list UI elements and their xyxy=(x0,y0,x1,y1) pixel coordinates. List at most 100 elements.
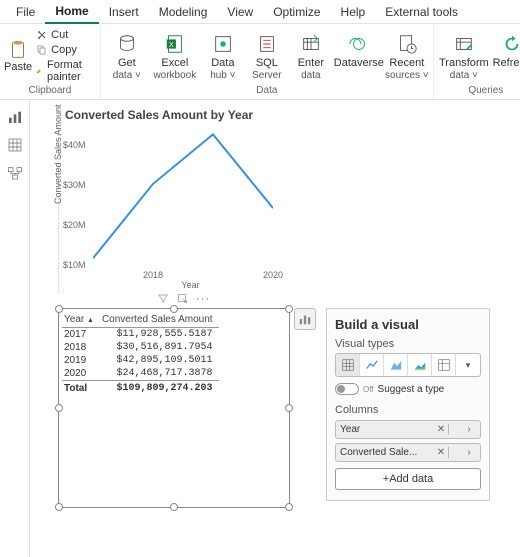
copy-icon xyxy=(36,44,48,56)
chart-line xyxy=(93,126,273,266)
field-well-amount[interactable]: Converted Sale... ✕ › xyxy=(335,443,481,462)
menu-view[interactable]: View xyxy=(217,1,263,23)
remove-field-icon[interactable]: ✕ xyxy=(434,424,448,435)
focus-mode-icon[interactable] xyxy=(176,292,190,306)
refresh-button[interactable]: Refresh xyxy=(490,30,520,80)
dataverse-button[interactable]: Dataverse xyxy=(333,30,385,80)
ribbon-group-label: Clipboard xyxy=(4,85,96,99)
field-menu-icon[interactable]: › xyxy=(462,424,476,435)
data-table: Year ▲ Converted Sales Amount 2017$11,92… xyxy=(62,312,219,395)
get-data-button[interactable]: Getdata ˅ xyxy=(105,30,149,80)
line-chart-icon xyxy=(365,358,379,372)
resize-handle[interactable] xyxy=(170,503,178,511)
ribbon-group-label: Queries xyxy=(438,85,520,99)
copy-button[interactable]: Copy xyxy=(34,43,96,57)
data-hub-button[interactable]: Datahub ˅ xyxy=(201,30,245,80)
ribbon: Paste Cut Copy Format painter Clipboard … xyxy=(0,24,520,100)
table-row[interactable]: 2019$42,895,109.5011 xyxy=(62,354,219,367)
sql-icon xyxy=(256,33,278,55)
format-painter-button[interactable]: Format painter xyxy=(34,58,96,84)
sql-server-button[interactable]: SQLServer xyxy=(245,30,289,80)
visual-types-label: Visual types xyxy=(335,338,481,350)
resize-handle[interactable] xyxy=(285,404,293,412)
scissors-icon xyxy=(36,29,48,41)
paste-label: Paste xyxy=(4,61,32,73)
ribbon-group-label: Data xyxy=(105,85,429,99)
y-axis-label: Converted Sales Amount xyxy=(53,104,63,204)
xtick: 2018 xyxy=(143,270,163,280)
transform-data-button[interactable]: Transformdata ˅ xyxy=(438,30,490,80)
recent-sources-button[interactable]: Recentsources ˅ xyxy=(385,30,429,80)
dataverse-icon xyxy=(348,33,370,55)
resize-handle[interactable] xyxy=(285,503,293,511)
menu-optimize[interactable]: Optimize xyxy=(263,1,330,23)
menu-home[interactable]: Home xyxy=(45,0,98,24)
xtick: 2020 xyxy=(263,270,283,280)
database-icon xyxy=(116,33,138,55)
field-name: Converted Sale... xyxy=(340,447,434,458)
cut-button[interactable]: Cut xyxy=(34,28,96,42)
menu-help[interactable]: Help xyxy=(331,1,376,23)
field-menu-icon[interactable]: › xyxy=(462,447,476,458)
visual-type-matrix[interactable] xyxy=(432,354,456,376)
resize-handle[interactable] xyxy=(55,404,63,412)
toggle-switch[interactable] xyxy=(335,383,359,395)
col-header-year[interactable]: Year ▲ xyxy=(62,312,100,328)
refresh-icon xyxy=(501,33,520,55)
ribbon-group-queries: Transformdata ˅ Refresh Queries xyxy=(434,24,520,99)
table-row[interactable]: 2018$30,516,891.7954 xyxy=(62,341,219,354)
suggest-label: Suggest a type xyxy=(378,384,445,395)
ytick: $40M xyxy=(63,140,86,150)
menu-external-tools[interactable]: External tools xyxy=(375,1,468,23)
more-options-icon[interactable]: ··· xyxy=(196,292,210,306)
enter-data-icon xyxy=(300,33,322,55)
enter-data-button[interactable]: Enterdata xyxy=(289,30,333,80)
visual-type-area[interactable] xyxy=(384,354,408,376)
left-nav-rail xyxy=(0,100,30,557)
chart-plot: $10M $20M $30M $40M 2018 2020 xyxy=(93,126,273,266)
resize-handle[interactable] xyxy=(55,503,63,511)
table-visual[interactable]: Year ▲ Converted Sales Amount 2017$11,92… xyxy=(58,308,290,508)
svg-text:X: X xyxy=(169,40,174,49)
col-header-amount[interactable]: Converted Sales Amount xyxy=(100,312,219,328)
resize-handle[interactable] xyxy=(55,305,63,313)
bar-chart-icon xyxy=(298,312,312,326)
resize-handle[interactable] xyxy=(285,305,293,313)
paste-button[interactable]: Paste xyxy=(4,39,32,73)
menu-bar: File Home Insert Modeling View Optimize … xyxy=(0,0,520,24)
ytick: $30M xyxy=(63,180,86,190)
menu-file[interactable]: File xyxy=(6,1,45,23)
line-chart-visual[interactable]: Converted Sales Amount by Year Converted… xyxy=(58,106,288,292)
menu-modeling[interactable]: Modeling xyxy=(149,1,218,23)
menu-insert[interactable]: Insert xyxy=(99,1,149,23)
report-view-icon[interactable] xyxy=(6,108,24,126)
table-row[interactable]: 2020$24,468,717.3878 xyxy=(62,367,219,381)
toggle-state: Off xyxy=(363,385,374,394)
field-well-year[interactable]: Year ✕ › xyxy=(335,420,481,439)
visual-toolbar: ··· xyxy=(156,292,210,306)
ribbon-group-data: Getdata ˅ XExcelworkbook Datahub ˅ SQLSe… xyxy=(101,24,434,99)
x-axis-label: Year xyxy=(93,280,288,290)
suggest-type-toggle[interactable]: Off Suggest a type xyxy=(335,383,444,395)
filter-icon[interactable] xyxy=(156,292,170,306)
model-view-icon[interactable] xyxy=(6,164,24,182)
visual-type-table[interactable] xyxy=(336,354,360,376)
brush-icon xyxy=(36,65,44,77)
visual-type-stacked-area[interactable] xyxy=(408,354,432,376)
add-data-button[interactable]: +Add data xyxy=(335,468,481,490)
switch-visual-button[interactable] xyxy=(294,308,316,330)
remove-field-icon[interactable]: ✕ xyxy=(434,447,448,458)
field-name: Year xyxy=(340,424,434,435)
resize-handle[interactable] xyxy=(170,305,178,313)
excel-button[interactable]: XExcelworkbook xyxy=(149,30,201,80)
table-total-row: Total$109,809,274.203 xyxy=(62,381,219,396)
ytick: $20M xyxy=(63,220,86,230)
visual-type-more[interactable]: ▾ xyxy=(456,354,480,376)
build-visual-pane: Build a visual Visual types ▾ Off Sugges… xyxy=(326,308,490,501)
table-row[interactable]: 2017$11,928,555.5187 xyxy=(62,328,219,342)
pane-title: Build a visual xyxy=(335,317,481,332)
data-view-icon[interactable] xyxy=(6,136,24,154)
visual-type-line[interactable] xyxy=(360,354,384,376)
ytick: $10M xyxy=(63,260,86,270)
matrix-icon xyxy=(437,358,451,372)
